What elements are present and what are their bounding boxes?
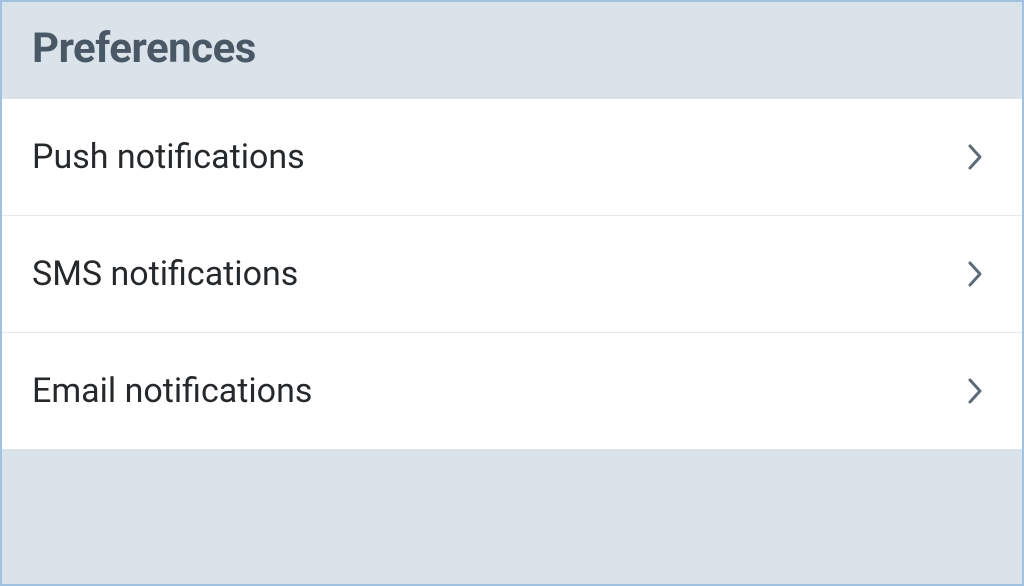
list-item-email-notifications[interactable]: Email notifications (2, 333, 1022, 449)
preferences-list: Push notifications SMS notifications Ema… (2, 99, 1022, 449)
list-item-label: SMS notifications (32, 254, 298, 294)
chevron-right-icon (966, 260, 984, 288)
list-item-sms-notifications[interactable]: SMS notifications (2, 216, 1022, 333)
list-item-label: Push notifications (32, 137, 305, 177)
preferences-panel: Preferences Push notifications SMS notif… (0, 0, 1024, 586)
section-header: Preferences (2, 2, 1022, 99)
section-title: Preferences (32, 24, 992, 73)
footer-spacer (2, 449, 1022, 584)
chevron-right-icon (966, 143, 984, 171)
list-item-label: Email notifications (32, 371, 312, 411)
chevron-right-icon (966, 377, 984, 405)
list-item-push-notifications[interactable]: Push notifications (2, 99, 1022, 216)
